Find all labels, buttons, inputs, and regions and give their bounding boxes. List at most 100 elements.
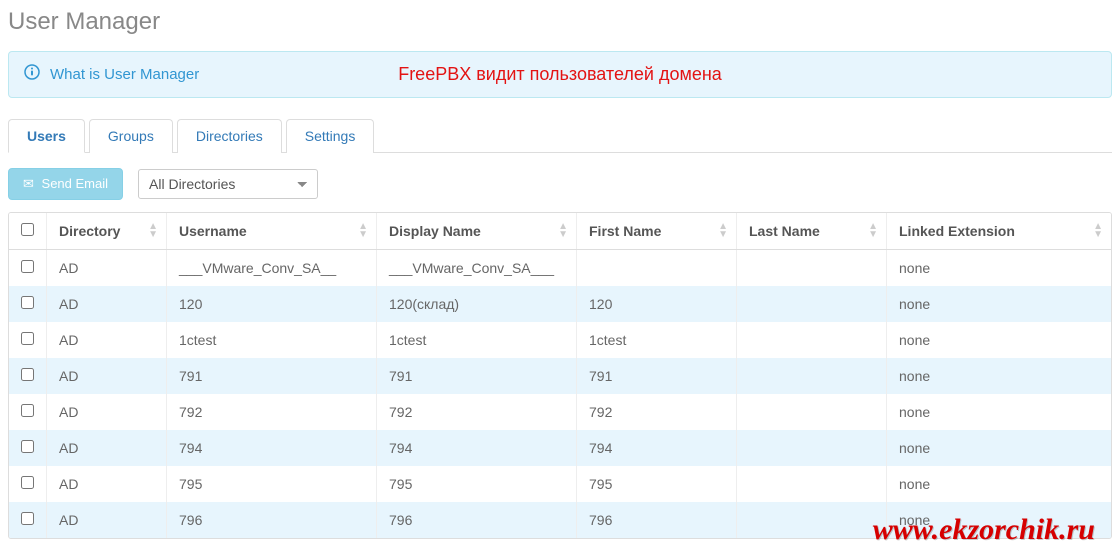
cell-display-name: 792 [377,394,577,430]
cell-first-name [577,250,737,287]
row-checkbox[interactable] [21,404,34,417]
cell-last-name [737,250,887,287]
cell-last-name [737,394,887,430]
sort-icon[interactable]: ▲▼ [148,223,158,239]
directory-filter-select[interactable]: All Directories [138,169,318,199]
cell-username: ___VMware_Conv_SA__ [167,250,377,287]
cell-first-name: 791 [577,358,737,394]
cell-last-name [737,502,887,538]
table-row: AD796796796none [9,502,1111,538]
table-row: AD1ctest1ctest1ctestnone [9,322,1111,358]
tab-directories[interactable]: Directories [177,119,282,153]
row-checkbox[interactable] [21,512,34,525]
cell-display-name: ___VMware_Conv_SA___ [377,250,577,287]
row-checkbox[interactable] [21,440,34,453]
row-checkbox-cell [9,358,47,394]
row-checkbox[interactable] [21,332,34,345]
header-linked-extension[interactable]: Linked Extension▲▼ [887,213,1112,250]
sort-icon[interactable]: ▲▼ [358,223,368,239]
cell-directory: AD [47,466,167,502]
send-email-button[interactable]: ✉ Send Email [8,168,123,200]
row-checkbox-cell [9,322,47,358]
row-checkbox[interactable] [21,260,34,273]
cell-username: 1ctest [167,322,377,358]
table-row: AD794794794none [9,430,1111,466]
cell-linked-extension: none [887,430,1112,466]
header-directory[interactable]: Directory▲▼ [47,213,167,250]
info-annotation: FreePBX видит пользователей домена [398,64,722,85]
cell-linked-extension: none [887,358,1112,394]
table-row: AD795795795none [9,466,1111,502]
select-all-checkbox[interactable] [21,223,34,236]
cell-linked-extension: none [887,394,1112,430]
row-checkbox-cell [9,394,47,430]
sort-icon[interactable]: ▲▼ [558,223,568,239]
header-username[interactable]: Username▲▼ [167,213,377,250]
row-checkbox-cell [9,466,47,502]
send-email-label: Send Email [42,176,108,191]
row-checkbox-cell [9,286,47,322]
row-checkbox[interactable] [21,296,34,309]
cell-first-name: 792 [577,394,737,430]
cell-directory: AD [47,322,167,358]
cell-username: 796 [167,502,377,538]
mail-icon: ✉ [23,176,34,191]
cell-first-name: 120 [577,286,737,322]
cell-first-name: 795 [577,466,737,502]
cell-display-name: 794 [377,430,577,466]
cell-first-name: 1ctest [577,322,737,358]
header-display-name[interactable]: Display Name▲▼ [377,213,577,250]
sort-icon[interactable]: ▲▼ [1093,223,1103,239]
cell-directory: AD [47,430,167,466]
cell-username: 791 [167,358,377,394]
cell-linked-extension: none [887,322,1112,358]
tabs: UsersGroupsDirectoriesSettings [8,118,1112,153]
cell-directory: AD [47,286,167,322]
cell-last-name [737,466,887,502]
cell-display-name: 1ctest [377,322,577,358]
controls-bar: ✉ Send Email All Directories [8,168,1112,200]
table-row: AD791791791none [9,358,1111,394]
cell-linked-extension: none [887,286,1112,322]
sort-icon[interactable]: ▲▼ [868,223,878,239]
cell-directory: AD [47,250,167,287]
header-checkbox [9,213,47,250]
cell-first-name: 796 [577,502,737,538]
cell-linked-extension: none [887,466,1112,502]
info-panel: What is User Manager FreePBX видит польз… [8,51,1112,98]
cell-last-name [737,358,887,394]
header-first-name[interactable]: First Name▲▼ [577,213,737,250]
tab-groups[interactable]: Groups [89,119,173,153]
cell-display-name: 796 [377,502,577,538]
cell-directory: AD [47,394,167,430]
cell-directory: AD [47,358,167,394]
row-checkbox-cell [9,250,47,287]
cell-display-name: 795 [377,466,577,502]
row-checkbox-cell [9,430,47,466]
cell-first-name: 794 [577,430,737,466]
users-table: Directory▲▼ Username▲▼ Display Name▲▼ Fi… [9,213,1111,538]
table-header-row: Directory▲▼ Username▲▼ Display Name▲▼ Fi… [9,213,1111,250]
cell-username: 794 [167,430,377,466]
cell-username: 795 [167,466,377,502]
cell-display-name: 791 [377,358,577,394]
cell-display-name: 120(склад) [377,286,577,322]
tab-settings[interactable]: Settings [286,119,375,153]
header-last-name[interactable]: Last Name▲▼ [737,213,887,250]
row-checkbox-cell [9,502,47,538]
cell-username: 120 [167,286,377,322]
cell-last-name [737,430,887,466]
info-link[interactable]: What is User Manager [50,66,199,83]
cell-username: 792 [167,394,377,430]
table-row: AD120120(склад)120none [9,286,1111,322]
table-body: AD___VMware_Conv_SA_____VMware_Conv_SA__… [9,250,1111,539]
cell-last-name [737,286,887,322]
row-checkbox[interactable] [21,476,34,489]
tab-users[interactable]: Users [8,119,85,153]
cell-linked-extension: none [887,502,1112,538]
row-checkbox[interactable] [21,368,34,381]
table-row: AD792792792none [9,394,1111,430]
cell-last-name [737,322,887,358]
sort-icon[interactable]: ▲▼ [718,223,728,239]
cell-directory: AD [47,502,167,538]
